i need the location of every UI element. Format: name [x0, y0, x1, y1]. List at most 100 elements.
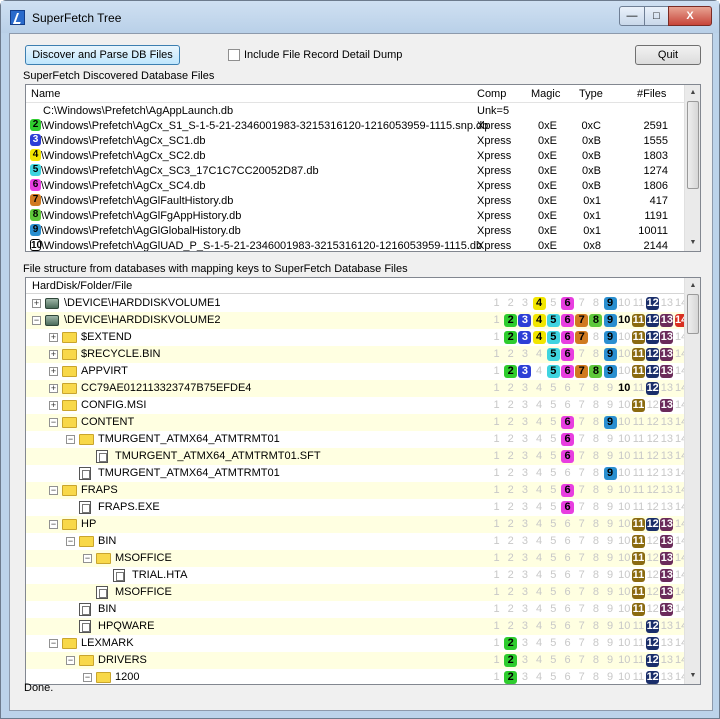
- tree-scroll-thumb[interactable]: [687, 294, 699, 334]
- db-key-5: 5: [550, 450, 557, 462]
- tree-row[interactable]: − BIN 1 2 3 4 5 6 7 8 9 10 11 12 13 14: [26, 533, 687, 550]
- maximize-button[interactable]: □: [644, 6, 669, 26]
- expand-icon[interactable]: +: [49, 367, 58, 376]
- db-key-3: 3: [521, 382, 528, 394]
- tree-row[interactable]: + CC79AE012113323747B75EFDE4 1 2 3 4 5 6 7 8 9 10 11…: [26, 380, 687, 397]
- tree-row[interactable]: HPQWARE 1 2 3 4 5 6 7 8 9 10 11 12 13 14: [26, 618, 687, 635]
- tree-row[interactable]: FRAPS.EXE 1 2 3 4 5 6 7 8 9 10 11 12 13 14: [26, 499, 687, 516]
- db-list-row[interactable]: 4 C:\Windows\Prefetch\AgCx_SC2.db Xpress 0x…: [26, 149, 686, 164]
- tree-row[interactable]: − LEXMARK 1 2 3 4 5 6 7 8 9 10 11 12 13 14: [26, 635, 687, 652]
- tree-row[interactable]: + \DEVICE\HARDDISKVOLUME1 1 2 3 4 5 6 7 8 9 10 11 12 1…: [26, 295, 687, 312]
- db-key-13: 13: [660, 348, 674, 361]
- db-key-7: 7: [578, 569, 585, 581]
- collapse-icon[interactable]: −: [49, 639, 58, 648]
- db-file-name: 5 C:\Windows\Prefetch\AgCx_SC3_17C1C7CC20…: [30, 164, 319, 177]
- db-key-8: 8: [592, 518, 599, 530]
- db-list-row[interactable]: 8 C:\Windows\Prefetch\AgGlFgAppHistory.db…: [26, 209, 686, 224]
- db-list-row[interactable]: 5 C:\Windows\Prefetch\AgCx_SC3_17C1C7CC20…: [26, 164, 686, 179]
- db-key-2: 2: [507, 416, 514, 428]
- db-key-10: 10: [618, 654, 631, 666]
- db-key-12: 12: [646, 671, 660, 684]
- col-files[interactable]: #Files: [637, 88, 666, 100]
- expand-icon[interactable]: +: [49, 350, 58, 359]
- db-badge: 8: [30, 209, 41, 221]
- expand-icon[interactable]: +: [49, 333, 58, 342]
- expand-icon[interactable]: +: [49, 401, 58, 410]
- title-bar[interactable]: SuperFetch Tree — □ X: [1, 1, 719, 33]
- db-list-row[interactable]: 2 C:\Windows\Prefetch\AgCx_S1_S-1-5-21-23…: [26, 119, 686, 134]
- db-list-row[interactable]: 7 C:\Windows\Prefetch\AgGlFaultHistory.db…: [26, 194, 686, 209]
- db-key-5: 5: [550, 382, 557, 394]
- collapse-icon[interactable]: −: [66, 656, 75, 665]
- tree-row[interactable]: + CONFIG.MSI 1 2 3 4 5 6 7 8 9 10 11 12 13 14: [26, 397, 687, 414]
- tree-row[interactable]: TMURGENT_ATMX64_ATMTRMT01.SFT 1 2 3 4 5 6 7 8 9 10…: [26, 448, 687, 465]
- db-key-13: 13: [660, 467, 674, 479]
- db-files-list[interactable]: Name Comp Magic Type #Files C:\Windows\P…: [25, 84, 701, 252]
- tree-scrollbar[interactable]: ▲ ▼: [684, 278, 700, 684]
- collapse-icon[interactable]: −: [49, 418, 58, 427]
- db-key-4: 4: [536, 535, 543, 547]
- tree-row[interactable]: TMURGENT_ATMX64_ATMTRMT01 1 2 3 4 5 6 7 8 9 10 11 12…: [26, 465, 687, 482]
- tree-row[interactable]: − FRAPS 1 2 3 4 5 6 7 8 9 10 11 12 13 14: [26, 482, 687, 499]
- scroll-up-icon[interactable]: ▲: [685, 85, 700, 101]
- collapse-icon[interactable]: −: [49, 486, 58, 495]
- tree-scroll-up-icon[interactable]: ▲: [685, 278, 700, 294]
- db-key-2: 2: [507, 484, 514, 496]
- db-key-13: 13: [660, 535, 674, 548]
- tree-header-label[interactable]: HardDisk/Folder/File: [32, 280, 132, 292]
- db-list-row[interactable]: 3 C:\Windows\Prefetch\AgCx_SC1.db Xpress 0x…: [26, 134, 686, 149]
- db-key-6: 6: [561, 331, 574, 344]
- db-list-row[interactable]: C:\Windows\Prefetch\AgAppLaunch.db Unk=5: [26, 104, 686, 119]
- tree-row[interactable]: − DRIVERS 1 2 3 4 5 6 7 8 9 10 11 12 13 14: [26, 652, 687, 669]
- collapse-icon[interactable]: −: [83, 673, 92, 682]
- db-list-scrollbar[interactable]: ▲ ▼: [684, 85, 700, 251]
- col-magic[interactable]: Magic: [531, 88, 560, 100]
- tree-row[interactable]: MSOFFICE 1 2 3 4 5 6 7 8 9 10 11 12 13 14: [26, 584, 687, 601]
- collapse-icon[interactable]: −: [66, 435, 75, 444]
- tree-row[interactable]: + $EXTEND 1 2 3 4 5 6 7 8 9 10 11 12 13 14: [26, 329, 687, 346]
- col-comp[interactable]: Comp: [477, 88, 506, 100]
- scroll-thumb[interactable]: [687, 101, 699, 189]
- db-key-12: 12: [646, 450, 659, 462]
- tree-row[interactable]: − MSOFFICE 1 2 3 4 5 6 7 8 9 10 11 12 13 14: [26, 550, 687, 567]
- db-magic-cell: 0xE: [538, 135, 557, 147]
- tree-scroll-down-icon[interactable]: ▼: [685, 668, 700, 684]
- db-list-row[interactable]: 6 C:\Windows\Prefetch\AgCx_SC4.db Xpress 0x…: [26, 179, 686, 194]
- folder-icon: [96, 553, 111, 564]
- include-detail-checkbox[interactable]: [228, 49, 240, 61]
- collapse-icon[interactable]: −: [83, 554, 92, 563]
- tree-row[interactable]: BIN 1 2 3 4 5 6 7 8 9 10 11 12 13 14: [26, 601, 687, 618]
- db-badge: 10: [30, 239, 43, 251]
- db-key-7: 7: [578, 348, 585, 360]
- tree-item-name: CONTENT: [81, 416, 135, 428]
- collapse-icon[interactable]: −: [32, 316, 41, 325]
- db-comp-cell: Xpress: [477, 120, 512, 132]
- quit-button[interactable]: Quit: [635, 45, 701, 65]
- db-file-name: 6 C:\Windows\Prefetch\AgCx_SC4.db: [30, 179, 206, 192]
- tree-row[interactable]: − HP 1 2 3 4 5 6 7 8 9 10 11 12 13 14: [26, 516, 687, 533]
- tree-row[interactable]: + APPVIRT 1 2 3 4 5 6 7 8 9 10 11 12 13 14: [26, 363, 687, 380]
- collapse-icon[interactable]: −: [49, 520, 58, 529]
- db-list-row[interactable]: 9 C:\Windows\Prefetch\AgGlGlobalHistory.d…: [26, 224, 686, 239]
- minimize-button[interactable]: —: [619, 6, 645, 26]
- tree-row[interactable]: TRIAL.HTA 1 2 3 4 5 6 7 8 9 10 11 12 13 14: [26, 567, 687, 584]
- db-list-row[interactable]: 10 C:\Windows\Prefetch\AgGlUAD_P_S-1-5-21…: [26, 239, 686, 251]
- db-key-11: 11: [632, 603, 645, 616]
- db-files-cell: 2591: [643, 120, 668, 132]
- scroll-down-icon[interactable]: ▼: [685, 235, 700, 251]
- col-name[interactable]: Name: [31, 88, 60, 100]
- db-key-5: 5: [550, 535, 557, 547]
- tree-row[interactable]: + $RECYCLE.BIN 1 2 3 4 5 6 7 8 9 10 11 12 13 14: [26, 346, 687, 363]
- file-structure-tree[interactable]: HardDisk/Folder/File + \DEVICE\HARDDISKVO…: [25, 277, 701, 685]
- db-key-1: 1: [493, 518, 500, 530]
- tree-row[interactable]: − CONTENT 1 2 3 4 5 6 7 8 9 10 11 12 13 14: [26, 414, 687, 431]
- close-button[interactable]: X: [668, 6, 712, 26]
- tree-row[interactable]: −1200 1 2 3 4 5 6 7 8 9 10 11 12 13 14: [26, 669, 687, 684]
- tree-row[interactable]: − \DEVICE\HARDDISKVOLUME2 1 2 3 4 5 6 7 8 9 10 11 12 1…: [26, 312, 688, 329]
- discover-parse-button[interactable]: Discover and Parse DB Files: [25, 45, 180, 65]
- collapse-icon[interactable]: −: [66, 537, 75, 546]
- expand-icon[interactable]: +: [49, 384, 58, 393]
- expand-icon[interactable]: +: [32, 299, 41, 308]
- col-type[interactable]: Type: [579, 88, 603, 100]
- tree-row[interactable]: − TMURGENT_ATMX64_ATMTRMT01 1 2 3 4 5 6 7 8 9 10 11 1…: [26, 431, 687, 448]
